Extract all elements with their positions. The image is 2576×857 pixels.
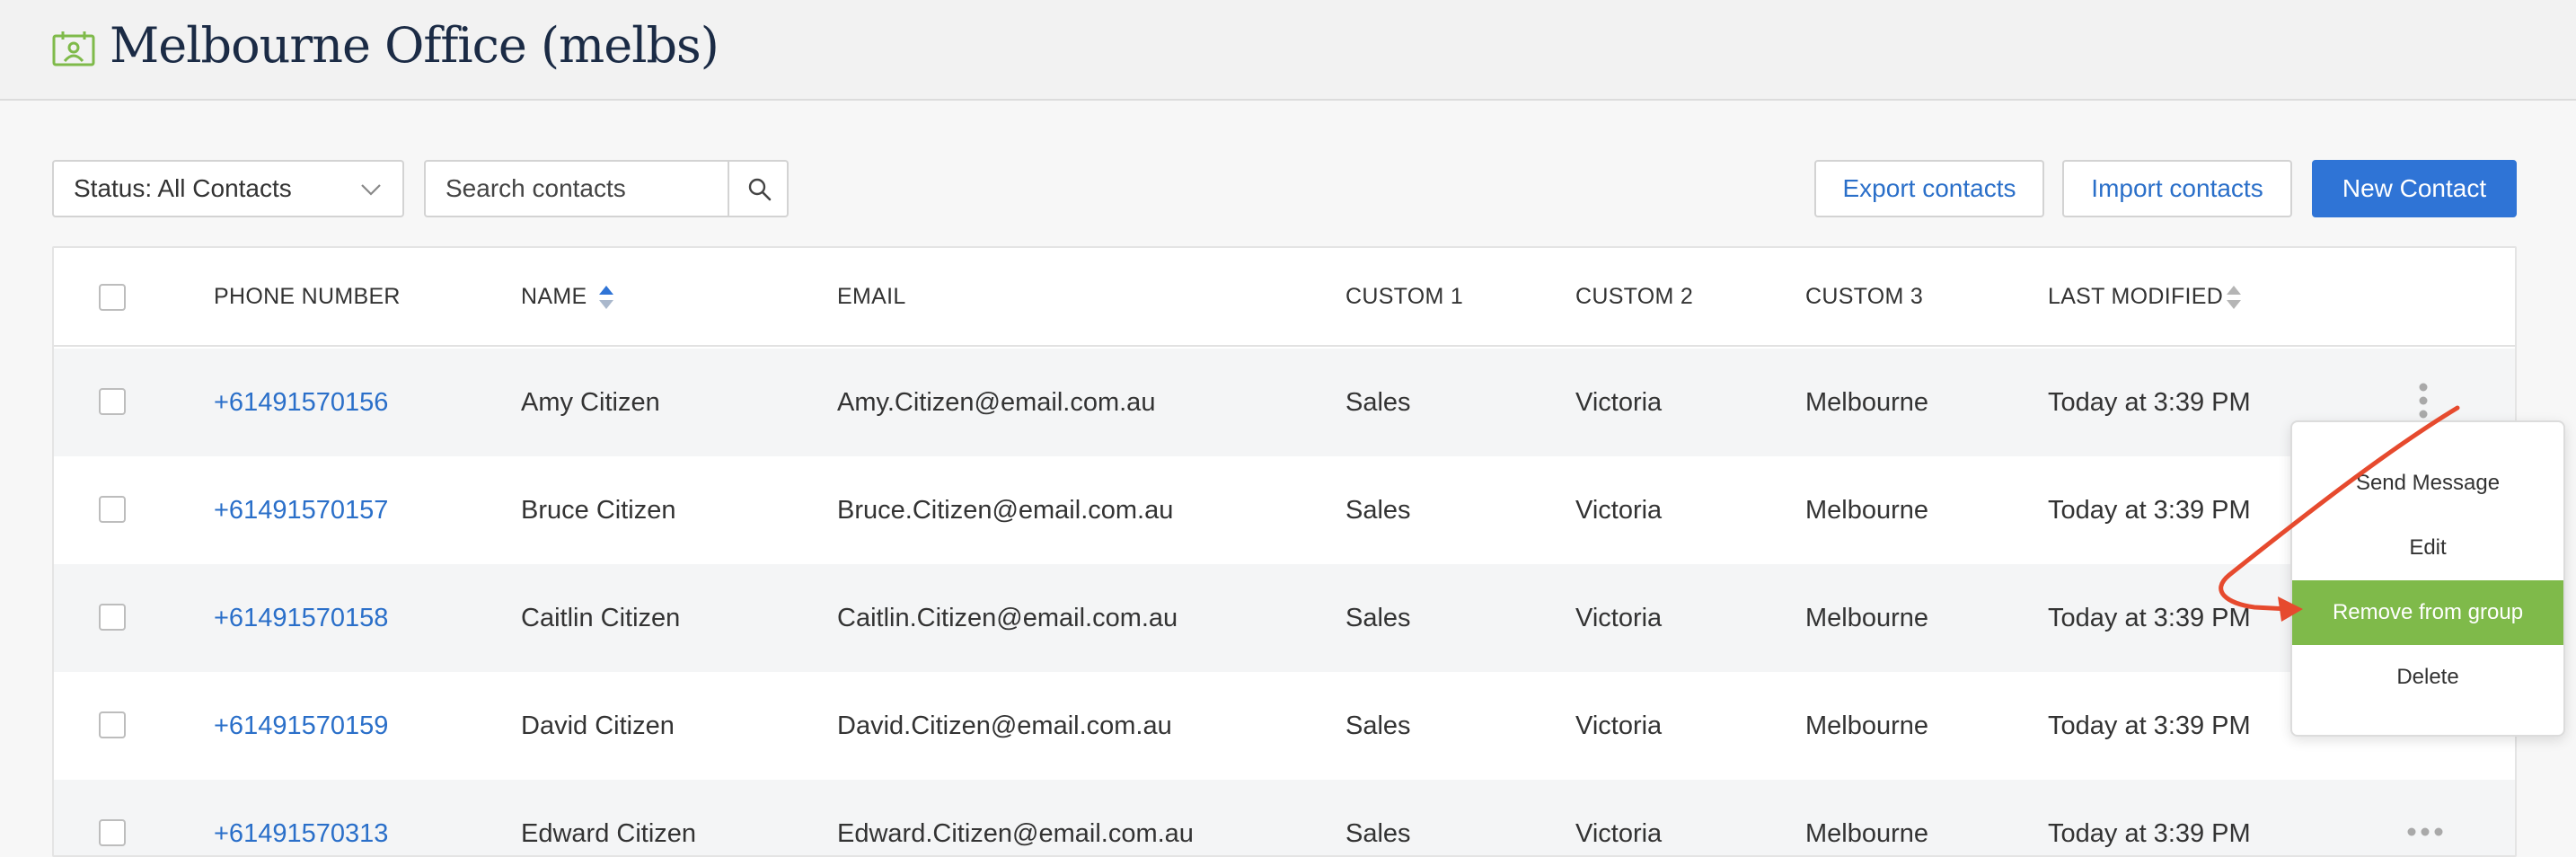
search-input[interactable]: [426, 162, 729, 216]
row-checkbox[interactable]: [99, 711, 126, 738]
phone-link[interactable]: +61491570159: [214, 710, 388, 742]
row-actions-menu: Send Message Edit Remove from group Dele…: [2290, 420, 2565, 737]
status-filter-value: Status: All Contacts: [74, 174, 292, 202]
phone-link[interactable]: +61491570313: [214, 817, 388, 850]
contact-email: Caitlin.Citizen@email.com.au: [837, 604, 1178, 632]
last-modified-value: Today at 3:39 PM: [2048, 388, 2251, 417]
contact-name: Bruce Citizen: [521, 496, 676, 525]
contact-name: David Citizen: [521, 711, 675, 740]
column-header-custom2[interactable]: CUSTOM 2: [1575, 284, 1693, 310]
contact-email: Bruce.Citizen@email.com.au: [837, 496, 1174, 525]
custom1-value: Sales: [1345, 604, 1411, 632]
column-header-name[interactable]: NAME: [521, 284, 587, 310]
last-modified-value: Today at 3:39 PM: [2048, 496, 2251, 525]
column-header-last-modified[interactable]: LAST MODIFIED: [2048, 284, 2223, 310]
phone-link[interactable]: +61491570156: [214, 386, 388, 419]
custom2-value: Victoria: [1575, 604, 1663, 632]
column-header-phone[interactable]: PHONE NUMBER: [214, 284, 401, 310]
select-all-checkbox[interactable]: [99, 284, 126, 311]
status-filter-select[interactable]: Status: All Contacts: [52, 160, 404, 217]
new-contact-button[interactable]: New Contact: [2312, 160, 2517, 217]
last-modified-value: Today at 3:39 PM: [2048, 819, 2251, 848]
more-actions-horizontal-icon[interactable]: [2407, 826, 2443, 837]
phone-link[interactable]: +61491570157: [214, 494, 388, 526]
page-title: Melbourne Office (melbs): [110, 17, 719, 74]
sort-ascending-icon[interactable]: [598, 285, 614, 310]
contact-email: Amy.Citizen@email.com.au: [837, 388, 1156, 417]
contact-name: Caitlin Citizen: [521, 604, 681, 632]
column-header-custom1[interactable]: CUSTOM 1: [1345, 284, 1463, 310]
contact-email: Edward.Citizen@email.com.au: [837, 819, 1194, 848]
custom2-value: Victoria: [1575, 388, 1663, 417]
custom3-value: Melbourne: [1805, 388, 1929, 417]
sort-neutral-icon[interactable]: [2226, 285, 2242, 310]
table-row[interactable]: +61491570159 David Citizen David.Citizen…: [54, 672, 2515, 780]
custom1-value: Sales: [1345, 711, 1411, 740]
contacts-table: PHONE NUMBER NAME EMAIL CUSTOM 1 CUSTOM …: [52, 246, 2517, 857]
row-checkbox[interactable]: [99, 604, 126, 631]
address-book-icon: [52, 31, 95, 66]
row-checkbox[interactable]: [99, 496, 126, 523]
custom2-value: Victoria: [1575, 711, 1663, 740]
table-header: PHONE NUMBER NAME EMAIL CUSTOM 1 CUSTOM …: [54, 248, 2515, 347]
table-row[interactable]: +61491570313 Edward Citizen Edward.Citiz…: [54, 780, 2515, 855]
phone-link[interactable]: +61491570158: [214, 602, 388, 634]
row-checkbox[interactable]: [99, 819, 126, 846]
search-button[interactable]: [728, 162, 787, 216]
custom3-value: Melbourne: [1805, 711, 1929, 740]
page-header: Melbourne Office (melbs): [0, 0, 2576, 101]
table-row[interactable]: +61491570158 Caitlin Citizen Caitlin.Cit…: [54, 564, 2515, 672]
custom3-value: Melbourne: [1805, 496, 1929, 525]
more-actions-vertical-icon[interactable]: [2418, 383, 2429, 419]
search-icon: [748, 178, 772, 201]
table-row[interactable]: +61491570157 Bruce Citizen Bruce.Citizen…: [54, 456, 2515, 564]
custom1-value: Sales: [1345, 388, 1411, 417]
column-header-custom3[interactable]: CUSTOM 3: [1805, 284, 1923, 310]
contact-name: Amy Citizen: [521, 388, 660, 417]
contact-email: David.Citizen@email.com.au: [837, 711, 1172, 740]
menu-item-edit[interactable]: Edit: [2292, 516, 2563, 580]
contact-name: Edward Citizen: [521, 819, 697, 848]
menu-item-send-message[interactable]: Send Message: [2292, 451, 2563, 516]
search-box: [424, 160, 789, 217]
column-header-email[interactable]: EMAIL: [837, 284, 906, 310]
custom3-value: Melbourne: [1805, 604, 1929, 632]
export-contacts-button[interactable]: Export contacts: [1814, 160, 2044, 217]
menu-item-delete[interactable]: Delete: [2292, 645, 2563, 710]
custom2-value: Victoria: [1575, 496, 1663, 525]
chevron-down-icon: [361, 184, 381, 196]
last-modified-value: Today at 3:39 PM: [2048, 711, 2251, 740]
last-modified-value: Today at 3:39 PM: [2048, 604, 2251, 632]
custom3-value: Melbourne: [1805, 819, 1929, 848]
menu-item-remove-from-group[interactable]: Remove from group: [2292, 580, 2563, 645]
custom1-value: Sales: [1345, 496, 1411, 525]
row-checkbox[interactable]: [99, 388, 126, 415]
custom2-value: Victoria: [1575, 819, 1663, 848]
import-contacts-button[interactable]: Import contacts: [2062, 160, 2292, 217]
custom1-value: Sales: [1345, 819, 1411, 848]
table-row[interactable]: +61491570156 Amy Citizen Amy.Citizen@ema…: [54, 349, 2515, 456]
